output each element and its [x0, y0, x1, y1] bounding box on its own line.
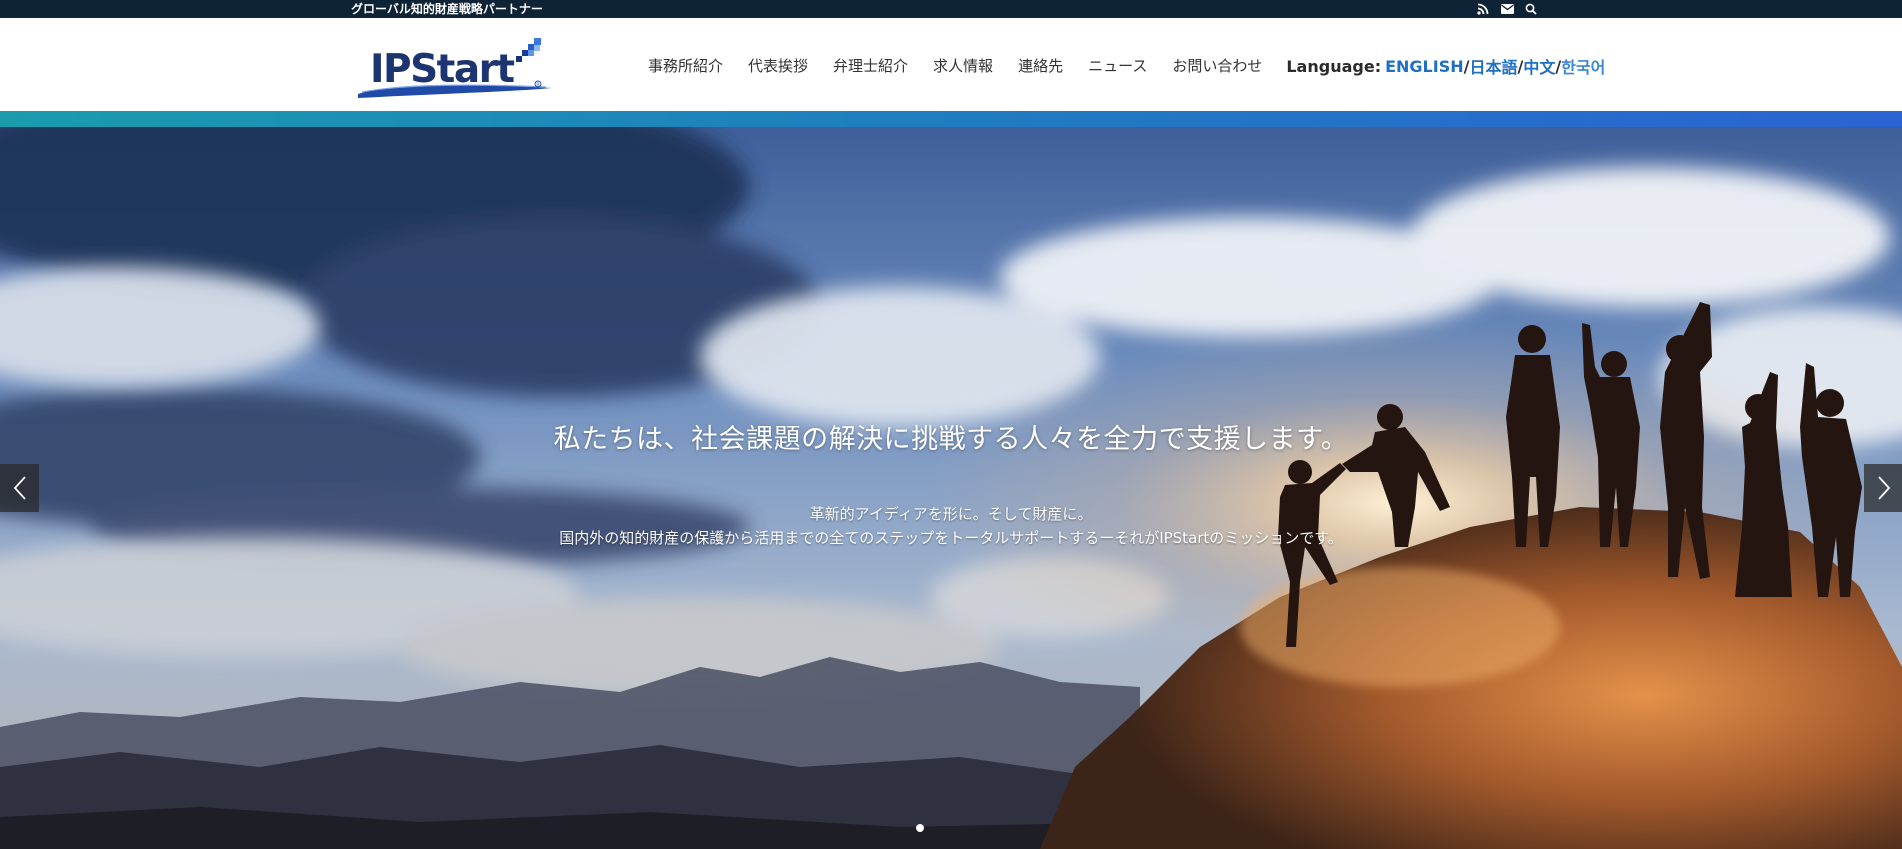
language-switcher: Language: ENGLISH / 日本語 / 中文 / 한국어: [1286, 54, 1605, 78]
svg-text:R: R: [536, 82, 539, 88]
header-accent-band: [0, 111, 1902, 127]
chevron-right-icon: [1877, 476, 1890, 500]
lang-japanese[interactable]: 日本語: [1469, 54, 1517, 78]
top-icons: [1476, 0, 1538, 18]
nav-item-office[interactable]: 事務所紹介: [648, 56, 723, 76]
nav-item-attorneys[interactable]: 弁理士紹介: [833, 56, 908, 76]
mail-icon[interactable]: [1500, 2, 1514, 16]
chevron-left-icon: [13, 476, 26, 500]
nav-item-inquiry[interactable]: お問い合わせ: [1172, 56, 1262, 76]
nav-item-contact-info[interactable]: 連絡先: [1018, 56, 1063, 76]
hero-slider: 私たちは、社会課題の解決に挑戦する人々を全力で支援します。 革新的アイディアを形…: [0, 127, 1902, 849]
language-label: Language:: [1286, 56, 1382, 76]
tagline: グローバル知的財産戦略パートナー: [351, 2, 543, 16]
nav-item-news[interactable]: ニュース: [1088, 56, 1147, 76]
lang-chinese[interactable]: 中文: [1523, 54, 1555, 78]
hero-subtext-line2: 国内外の知的財産の保護から活用までの全てのステップをトータルサポートするーそれが…: [559, 529, 1343, 547]
lang-korean[interactable]: 한국어: [1561, 54, 1605, 78]
svg-text:IPStart: IPStart: [370, 47, 514, 92]
site-header: R IPStart 事務所紹介 代表挨拶 弁理士紹介 求人情報 連絡先 ニュース…: [0, 18, 1902, 111]
main-nav: 事務所紹介 代表挨拶 弁理士紹介 求人情報 連絡先 ニュース お問い合わせ La…: [648, 54, 1605, 78]
hero-subtext-line1: 革新的アイディアを形に。そして財産に。: [809, 505, 1093, 523]
hero-headline: 私たちは、社会課題の解決に挑戦する人々を全力で支援します。: [553, 424, 1349, 455]
top-bar: グローバル知的財産戦略パートナー: [0, 0, 1902, 18]
ipstart-logo[interactable]: R IPStart: [356, 34, 556, 104]
slider-dot-1[interactable]: [916, 824, 924, 832]
slider-next-button[interactable]: [1864, 464, 1902, 512]
nav-item-greeting[interactable]: 代表挨拶: [748, 56, 808, 76]
nav-item-recruit[interactable]: 求人情報: [933, 56, 993, 76]
rss-icon[interactable]: [1476, 2, 1490, 16]
slider-prev-button[interactable]: [0, 464, 39, 512]
hero-background-image: [0, 127, 1902, 849]
lang-english[interactable]: ENGLISH: [1385, 57, 1464, 76]
search-icon[interactable]: [1524, 2, 1538, 16]
